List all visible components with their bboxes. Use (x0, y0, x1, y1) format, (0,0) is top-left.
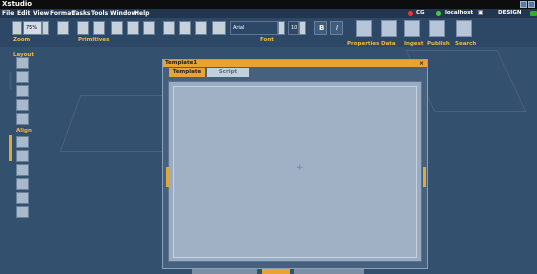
crosshair-icon: + (296, 163, 304, 173)
search-button[interactable]: Search (455, 41, 476, 47)
data-icon[interactable] (381, 20, 397, 37)
properties-icon[interactable] (356, 20, 372, 37)
ingest-button[interactable]: Ingest (404, 41, 424, 47)
menu-format[interactable]: Format (50, 9, 74, 18)
properties-button[interactable]: Properties (347, 41, 379, 47)
left-panel-grip[interactable] (9, 72, 12, 90)
template-window: Template1 × Template Script + (162, 59, 428, 269)
bold-label: B (319, 24, 325, 32)
align-left-icon[interactable] (16, 136, 29, 148)
zoom-dropdown[interactable]: 75% (23, 21, 42, 35)
bottom-tab-active[interactable] (262, 269, 290, 274)
align-panel-grip[interactable] (9, 135, 12, 161)
bottom-tab[interactable] (192, 269, 257, 274)
layout-grid-icon[interactable] (16, 71, 29, 83)
primitive-button-icon[interactable] (127, 21, 139, 35)
font-label: Font (260, 37, 274, 43)
primitive-chart-icon[interactable] (179, 21, 191, 35)
tab-script[interactable]: Script (207, 68, 249, 77)
primitive-list-icon[interactable] (93, 21, 105, 35)
zoom-dropdown-arrow-icon[interactable] (42, 21, 49, 35)
host-status-icon (436, 11, 441, 16)
primitive-circle-icon[interactable] (212, 21, 226, 35)
font-dropdown-arrow-icon[interactable] (278, 21, 285, 35)
primitive-text-icon[interactable] (77, 21, 89, 35)
mode-indicator-icon (530, 11, 537, 16)
menu-help[interactable]: Help (134, 9, 149, 18)
minimize-icon[interactable] (520, 1, 527, 8)
host-status[interactable]: localhost (445, 9, 473, 18)
ingest-icon[interactable] (404, 20, 420, 37)
primitive-box-icon[interactable] (195, 21, 207, 35)
layout-arrange-icon[interactable] (16, 85, 29, 97)
bold-button[interactable]: B (314, 21, 327, 35)
font-size-dropdown[interactable]: 10 (288, 21, 299, 35)
design-canvas[interactable]: + (166, 81, 426, 262)
menu-tasks[interactable]: Tasks (72, 9, 91, 18)
zoom-icon[interactable] (12, 21, 22, 35)
canvas-page[interactable]: + (173, 86, 417, 258)
primitive-picture-icon[interactable] (111, 21, 123, 35)
font-size-arrow-icon[interactable] (299, 21, 306, 35)
maximize-icon[interactable] (528, 1, 535, 8)
align-bottom-icon[interactable] (16, 206, 29, 218)
tab-template[interactable]: Template (169, 68, 205, 77)
app-title: Xstudio (2, 0, 33, 8)
align-center-icon[interactable] (16, 150, 29, 162)
close-icon[interactable]: × (419, 60, 424, 67)
publish-icon[interactable] (429, 20, 445, 37)
search-icon[interactable] (456, 20, 472, 37)
menu-file[interactable]: File (2, 9, 14, 18)
mode-label[interactable]: DESIGN (498, 9, 521, 18)
align-top-icon[interactable] (16, 178, 29, 190)
window-title[interactable]: Template1 (163, 60, 427, 67)
primitive-frame-icon[interactable] (143, 21, 155, 35)
canvas-right-handle[interactable] (423, 167, 426, 187)
italic-label: I (336, 24, 339, 32)
layout-zoom-fit-icon[interactable] (16, 57, 29, 69)
layout-send-back-icon[interactable] (16, 113, 29, 125)
align-right-icon[interactable] (16, 164, 29, 176)
italic-button[interactable]: I (330, 21, 343, 35)
bottom-tab[interactable] (294, 269, 364, 274)
cg-status[interactable]: CG (416, 9, 425, 18)
font-dropdown[interactable]: Arial (230, 21, 278, 35)
title-bar: Xstudio (0, 0, 537, 9)
primitive-image-icon[interactable] (57, 21, 69, 35)
menu-window[interactable]: Window (110, 9, 137, 18)
menu-edit[interactable]: Edit (17, 9, 30, 18)
primitives-label: Primitives (78, 37, 110, 43)
align-label: Align (16, 128, 32, 134)
publish-button[interactable]: Publish (427, 41, 450, 47)
host-status-icon: ▣ (478, 10, 484, 16)
left-panel: Layout Align (0, 47, 40, 274)
align-middle-icon[interactable] (16, 192, 29, 204)
menu-view[interactable]: View (33, 9, 49, 18)
zoom-label: Zoom (13, 37, 31, 43)
layout-bring-front-icon[interactable] (16, 99, 29, 111)
primitive-video-icon[interactable] (163, 21, 175, 35)
menu-tools[interactable]: Tools (91, 9, 108, 18)
cg-status-icon (408, 11, 413, 16)
data-button[interactable]: Data (381, 41, 396, 47)
canvas-left-handle[interactable] (166, 167, 169, 187)
